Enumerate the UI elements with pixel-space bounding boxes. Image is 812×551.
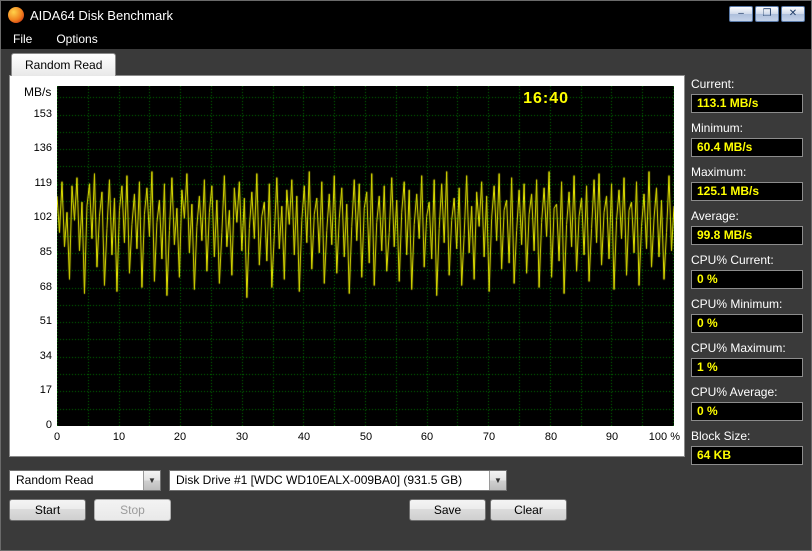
stat-current: Current: 113.1 MB/s [691,77,803,113]
x-tick: 60 [420,431,434,443]
chart-page: MB/s 153 136 119 102 85 68 51 34 17 0 16… [9,75,685,457]
app-window: AIDA64 Disk Benchmark – ❐ ✕ File Options… [0,0,812,551]
stat-value: 0 % [691,314,803,333]
y-axis-label: MB/s [24,85,52,99]
stat-minimum: Minimum: 60.4 MB/s [691,121,803,157]
stat-block-size: Block Size: 64 KB [691,429,803,465]
save-button[interactable]: Save [409,499,486,521]
menubar: File Options [1,29,811,49]
stat-value: 125.1 MB/s [691,182,803,201]
stat-label: Block Size: [691,429,751,443]
stop-button[interactable]: Stop [94,499,171,521]
x-tick: 10 [112,431,126,443]
menu-item-file[interactable]: File [11,30,34,48]
stat-label: CPU% Current: [691,253,774,267]
x-tick: 0 [53,431,61,443]
y-tick: 34 [39,350,52,362]
window-controls: – ❐ ✕ [729,6,805,22]
stat-cpu-average: CPU% Average: 0 % [691,385,803,421]
x-tick: 40 [297,431,311,443]
drive-select[interactable]: Disk Drive #1 [WDC WD10EALX-009BA0] (931… [169,470,507,491]
maximize-button[interactable]: ❐ [755,6,779,22]
stat-label: CPU% Minimum: [691,297,783,311]
chevron-down-icon[interactable]: ▼ [143,471,160,490]
x-tick: 100 % [648,431,680,443]
minimize-button[interactable]: – [729,6,753,22]
benchmark-type-value: Random Read [16,473,94,487]
y-tick: 0 [45,419,52,431]
y-tick: 102 [33,211,52,223]
y-tick: 85 [39,246,52,258]
aida64-app-icon [8,7,24,23]
stat-maximum: Maximum: 125.1 MB/s [691,165,803,201]
x-tick: 20 [173,431,187,443]
x-tick: 30 [235,431,249,443]
y-tick: 136 [33,142,52,154]
stat-cpu-minimum: CPU% Minimum: 0 % [691,297,803,333]
close-button[interactable]: ✕ [781,6,805,22]
stat-label: CPU% Maximum: [691,341,786,355]
y-tick: 68 [39,281,52,293]
stat-value: 99.8 MB/s [691,226,803,245]
clear-button[interactable]: Clear [490,499,567,521]
drive-select-value: Disk Drive #1 [WDC WD10EALX-009BA0] (931… [176,473,463,487]
stat-value: 64 KB [691,446,803,465]
chevron-down-icon[interactable]: ▼ [489,471,506,490]
stat-value: 60.4 MB/s [691,138,803,157]
x-tick: 90 [605,431,619,443]
benchmark-chart [57,86,674,426]
stat-value: 0 % [691,402,803,421]
x-tick: 50 [359,431,373,443]
stat-average: Average: 99.8 MB/s [691,209,803,245]
y-tick: 153 [33,108,52,120]
stat-value: 113.1 MB/s [691,94,803,113]
stat-cpu-current: CPU% Current: 0 % [691,253,803,289]
stat-label: Current: [691,77,735,91]
stat-label: Average: [691,209,739,223]
elapsed-time: 16:40 [523,90,569,107]
y-tick: 51 [39,315,52,327]
x-tick: 80 [544,431,558,443]
stat-cpu-maximum: CPU% Maximum: 1 % [691,341,803,377]
plot-area: 16:40 [57,86,674,426]
stat-label: Maximum: [691,165,747,179]
benchmark-type-select[interactable]: Random Read ▼ [9,470,161,491]
titlebar: AIDA64 Disk Benchmark – ❐ ✕ [1,1,811,29]
stat-label: Minimum: [691,121,744,135]
start-button[interactable]: Start [9,499,86,521]
menu-item-options[interactable]: Options [54,30,99,48]
y-tick: 17 [39,384,52,396]
window-title: AIDA64 Disk Benchmark [30,7,174,23]
x-tick: 70 [482,431,496,443]
y-tick: 119 [34,177,52,189]
stat-value: 0 % [691,270,803,289]
stats-panel: Current: 113.1 MB/s Minimum: 60.4 MB/s M… [691,77,803,473]
stat-label: CPU% Average: [691,385,778,399]
stat-value: 1 % [691,358,803,377]
tab-random-read[interactable]: Random Read [11,53,117,76]
